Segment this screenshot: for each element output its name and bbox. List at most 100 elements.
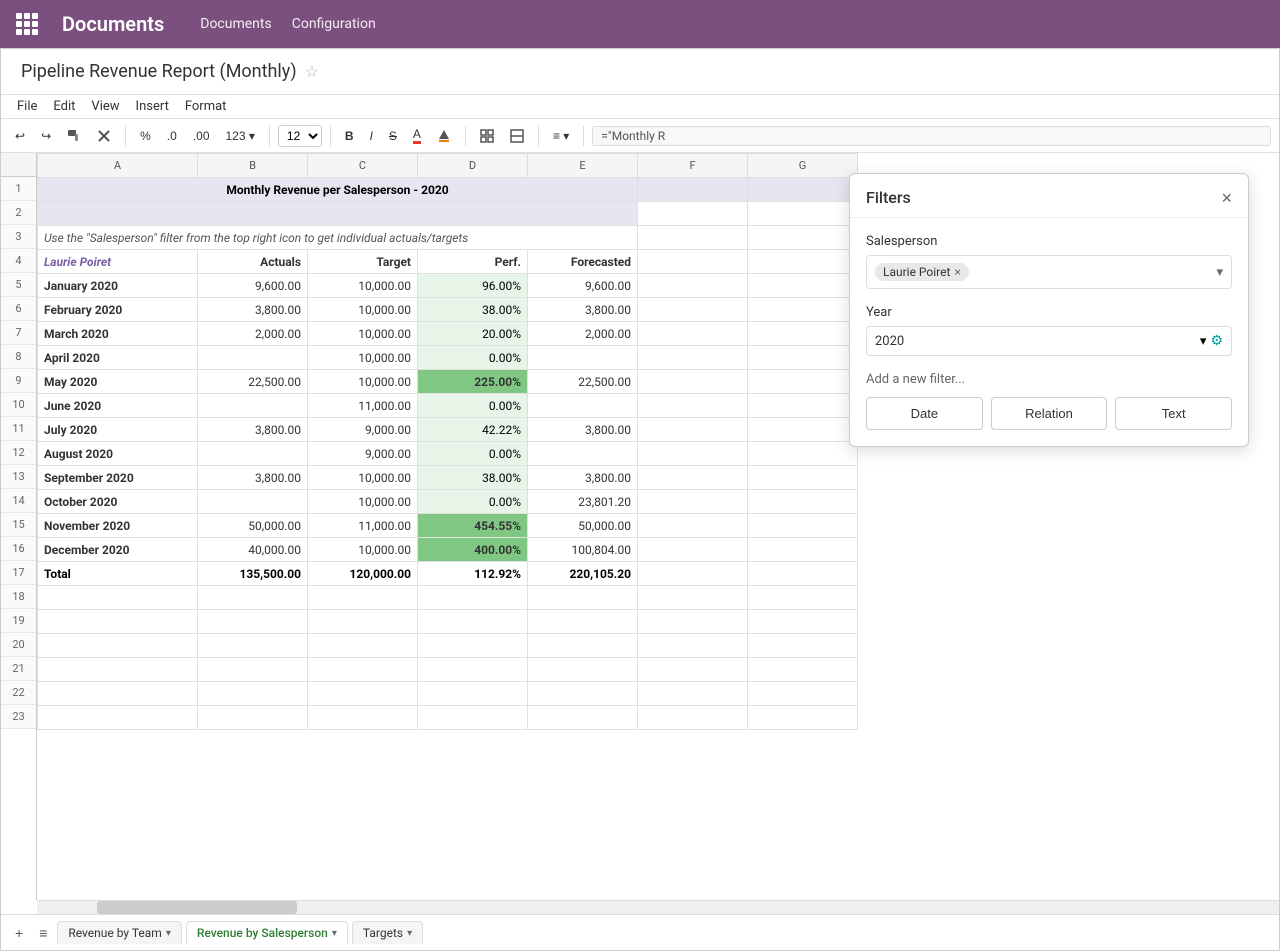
- cell-label-mar[interactable]: March 2020: [38, 322, 198, 346]
- nav-documents[interactable]: Documents: [200, 16, 271, 32]
- menu-insert[interactable]: Insert: [136, 99, 169, 114]
- cell-salesperson[interactable]: Laurie Poiret: [38, 250, 198, 274]
- tab-revenue-by-team[interactable]: Revenue by Team ▾: [57, 921, 181, 944]
- cell-forecast-jun[interactable]: [528, 394, 638, 418]
- cell-9f[interactable]: [638, 370, 748, 394]
- cell-20d[interactable]: [418, 634, 528, 658]
- cell-11g[interactable]: [748, 418, 858, 442]
- cell-18f[interactable]: [638, 586, 748, 610]
- cell-21e[interactable]: [528, 658, 638, 682]
- cell-1f[interactable]: [638, 178, 748, 202]
- cell-18g[interactable]: [748, 586, 858, 610]
- cell-2g[interactable]: [748, 202, 858, 226]
- cell-9g[interactable]: [748, 370, 858, 394]
- cell-22d[interactable]: [418, 682, 528, 706]
- cell-target-sep[interactable]: 10,000.00: [308, 466, 418, 490]
- cell-target-feb[interactable]: 10,000.00: [308, 298, 418, 322]
- cell-22f[interactable]: [638, 682, 748, 706]
- cell-22c[interactable]: [308, 682, 418, 706]
- cell-21g[interactable]: [748, 658, 858, 682]
- cell-18d[interactable]: [418, 586, 528, 610]
- decimal0-button[interactable]: .0: [161, 125, 183, 147]
- cell-perf-dec[interactable]: 400.00%: [418, 538, 528, 562]
- cell-total-label[interactable]: Total: [38, 562, 198, 586]
- cell-20f[interactable]: [638, 634, 748, 658]
- cell-6f[interactable]: [638, 298, 748, 322]
- cell-8f[interactable]: [638, 346, 748, 370]
- cell-target-jul[interactable]: 9,000.00: [308, 418, 418, 442]
- cell-perf-jun[interactable]: 0.00%: [418, 394, 528, 418]
- cell-target-mar[interactable]: 10,000.00: [308, 322, 418, 346]
- undo-button[interactable]: ↩: [9, 125, 31, 147]
- cell-actuals-dec[interactable]: 40,000.00: [198, 538, 308, 562]
- cell-21f[interactable]: [638, 658, 748, 682]
- cell-18b[interactable]: [198, 586, 308, 610]
- redo-button[interactable]: ↪: [35, 125, 57, 147]
- cell-17g[interactable]: [748, 562, 858, 586]
- cell-perf-aug[interactable]: 0.00%: [418, 442, 528, 466]
- cell-22b[interactable]: [198, 682, 308, 706]
- cell-actuals-may[interactable]: 22,500.00: [198, 370, 308, 394]
- cell-actuals-oct[interactable]: [198, 490, 308, 514]
- cell-15f[interactable]: [638, 514, 748, 538]
- cell-22a[interactable]: [38, 682, 198, 706]
- cell-label-jan[interactable]: January 2020: [38, 274, 198, 298]
- cell-23e[interactable]: [528, 706, 638, 730]
- cell-21d[interactable]: [418, 658, 528, 682]
- cell-forecast-mar[interactable]: 2,000.00: [528, 322, 638, 346]
- salesperson-dropdown-arrow[interactable]: ▾: [1216, 265, 1223, 280]
- cell-5f[interactable]: [638, 274, 748, 298]
- italic-button[interactable]: I: [364, 125, 379, 147]
- cell-label-nov[interactable]: November 2020: [38, 514, 198, 538]
- filter-salesperson-remove[interactable]: ×: [954, 265, 960, 279]
- cell-18e[interactable]: [528, 586, 638, 610]
- cell-10g[interactable]: [748, 394, 858, 418]
- percent-button[interactable]: %: [134, 125, 157, 147]
- bold-button[interactable]: B: [339, 125, 360, 147]
- cell-19g[interactable]: [748, 610, 858, 634]
- cell-label-aug[interactable]: August 2020: [38, 442, 198, 466]
- col-header-e[interactable]: E: [528, 154, 638, 178]
- cell-perf-jan[interactable]: 96.00%: [418, 274, 528, 298]
- cell-perf-oct[interactable]: 0.00%: [418, 490, 528, 514]
- cell-12g[interactable]: [748, 442, 858, 466]
- cell-22g[interactable]: [748, 682, 858, 706]
- cell-label-feb[interactable]: February 2020: [38, 298, 198, 322]
- cell-actuals-apr[interactable]: [198, 346, 308, 370]
- decimal2-button[interactable]: .00: [187, 125, 216, 147]
- cell-forecast-jan[interactable]: 9,600.00: [528, 274, 638, 298]
- cell-23g[interactable]: [748, 706, 858, 730]
- cell-23d[interactable]: [418, 706, 528, 730]
- cell-forecast-nov[interactable]: 50,000.00: [528, 514, 638, 538]
- cell-12f[interactable]: [638, 442, 748, 466]
- cell-target-aug[interactable]: 9,000.00: [308, 442, 418, 466]
- cell-actuals-aug[interactable]: [198, 442, 308, 466]
- fill-color-button[interactable]: [431, 125, 457, 147]
- cell-15g[interactable]: [748, 514, 858, 538]
- cell-21c[interactable]: [308, 658, 418, 682]
- cell-7f[interactable]: [638, 322, 748, 346]
- cell-16f[interactable]: [638, 538, 748, 562]
- year-dropdown-arrow[interactable]: ▾: [1200, 334, 1207, 349]
- cell-14g[interactable]: [748, 490, 858, 514]
- star-icon[interactable]: ☆: [305, 62, 319, 81]
- cell-perf-feb[interactable]: 38.00%: [418, 298, 528, 322]
- cell-18a[interactable]: [38, 586, 198, 610]
- menu-format[interactable]: Format: [185, 99, 227, 114]
- cell-perf-sep[interactable]: 38.00%: [418, 466, 528, 490]
- cell-3g[interactable]: [748, 226, 858, 250]
- tab-targets-arrow[interactable]: ▾: [407, 928, 412, 939]
- cell-13g[interactable]: [748, 466, 858, 490]
- paint-format-button[interactable]: [61, 125, 87, 147]
- cell-10f[interactable]: [638, 394, 748, 418]
- add-sheet-button[interactable]: +: [9, 925, 29, 941]
- cell-forecast-may[interactable]: 22,500.00: [528, 370, 638, 394]
- cell-4g[interactable]: [748, 250, 858, 274]
- cell-instruction[interactable]: Use the "Salesperson" filter from the to…: [38, 226, 638, 250]
- cell-8g[interactable]: [748, 346, 858, 370]
- cell-target-dec[interactable]: 10,000.00: [308, 538, 418, 562]
- cell-19a[interactable]: [38, 610, 198, 634]
- cell-forecast-oct[interactable]: 23,801.20: [528, 490, 638, 514]
- cell-19b[interactable]: [198, 610, 308, 634]
- cell-16g[interactable]: [748, 538, 858, 562]
